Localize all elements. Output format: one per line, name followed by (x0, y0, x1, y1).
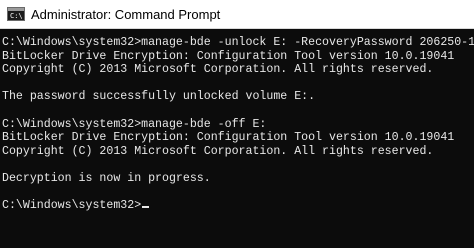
console-line: The password successfully unlocked volum… (2, 90, 316, 104)
console-line: Copyright (C) 2013 Microsoft Corporation… (2, 144, 434, 158)
text-cursor (142, 206, 150, 209)
cmd-icon-glyph: C:\ (10, 12, 23, 20)
console-prompt-line[interactable]: C:\Windows\system32> (2, 199, 474, 213)
console-line: BitLocker Drive Encryption: Configuratio… (2, 49, 455, 63)
console-line: C:\Windows\system32>manage-bde -off E: (2, 117, 267, 131)
console-prompt: C:\Windows\system32> (2, 199, 142, 213)
console-line: C:\Windows\system32>manage-bde -unlock E… (2, 36, 474, 49)
console-line: Decryption is now in progress. (2, 171, 211, 185)
console-line: BitLocker Drive Encryption: Configuratio… (2, 131, 455, 145)
window-title: Administrator: Command Prompt (31, 6, 221, 22)
console-line: Copyright (C) 2013 Microsoft Corporation… (2, 63, 434, 77)
command-prompt-window: C:\ Administrator: Command Prompt C:\Win… (0, 0, 474, 248)
title-bar[interactable]: C:\ Administrator: Command Prompt (0, 0, 474, 29)
console-output[interactable]: C:\Windows\system32>manage-bde -unlock E… (2, 36, 474, 248)
cmd-icon: C:\ (7, 7, 25, 21)
